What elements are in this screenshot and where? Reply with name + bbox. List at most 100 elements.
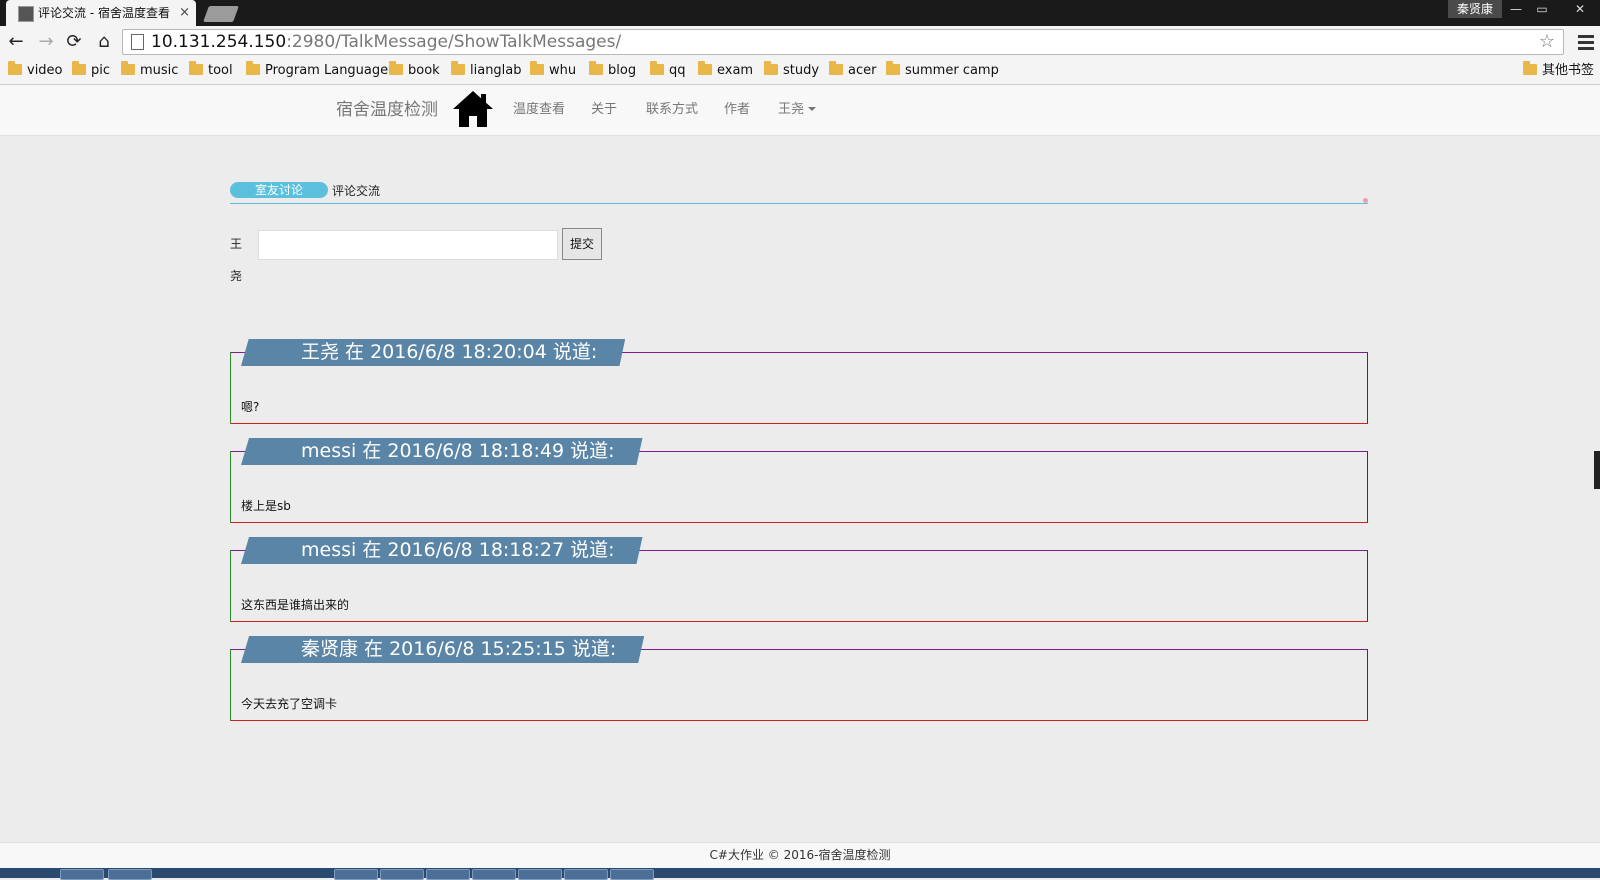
- taskbar-button[interactable]: [518, 869, 562, 880]
- folder-icon: [8, 61, 22, 75]
- url-host: 10.131.254.150: [151, 32, 287, 52]
- folder-icon: [650, 61, 664, 75]
- taskbar-button[interactable]: [472, 869, 516, 880]
- bookmark-item[interactable]: lianglab: [451, 58, 522, 84]
- bookmark-label: qq: [669, 63, 686, 78]
- url-text: 10.131.254.150:2980/TalkMessage/ShowTalk…: [151, 30, 621, 54]
- taskbar-button[interactable]: [60, 869, 104, 880]
- tab-strip: 评论交流 - 宿舍温度查看 × 秦贤康 — ▭ ✕: [0, 0, 1600, 26]
- folder-icon: [246, 61, 260, 75]
- scrollbar-thumb[interactable]: [1594, 451, 1600, 489]
- tab-close-icon[interactable]: ×: [179, 0, 190, 26]
- back-icon[interactable]: ←: [4, 30, 28, 54]
- bookmark-label: book: [408, 63, 440, 78]
- message-body: 今天去充了空调卡: [241, 697, 338, 711]
- folder-icon: [698, 61, 712, 75]
- bookmark-item[interactable]: exam: [698, 58, 753, 84]
- home-icon[interactable]: [452, 89, 494, 129]
- message-header: messi 在 2016/6/8 18:18:27 说道:: [241, 537, 643, 564]
- comment-user-label: 王尧: [230, 237, 243, 283]
- bookmark-item[interactable]: summer camp: [886, 58, 999, 84]
- folder-icon: [389, 61, 403, 75]
- bookmark-item[interactable]: music: [121, 58, 178, 84]
- bookmark-star-icon[interactable]: ☆: [1539, 30, 1555, 54]
- bookmark-item[interactable]: whu: [530, 58, 576, 84]
- user-menu-dropdown[interactable]: 王尧: [778, 85, 817, 135]
- address-bar[interactable]: 10.131.254.150:2980/TalkMessage/ShowTalk…: [122, 29, 1564, 55]
- nav-link-about[interactable]: 关于: [591, 85, 617, 135]
- close-window-button[interactable]: ✕: [1560, 0, 1600, 18]
- browser-toolbar: ← → ⟳ ⌂ 10.131.254.150:2980/TalkMessage/…: [0, 26, 1600, 58]
- taskbar-button[interactable]: [426, 869, 470, 880]
- browser-menu-icon[interactable]: [1578, 32, 1594, 52]
- bookmark-label: Program Language: [265, 63, 389, 78]
- taskbar-button[interactable]: [108, 869, 152, 880]
- nav-link-temperature[interactable]: 温度查看: [513, 85, 565, 135]
- divider-dot: [1363, 198, 1368, 203]
- bookmark-label: exam: [717, 63, 754, 78]
- message-header: 王尧 在 2016/6/8 18:20:04 说道:: [241, 339, 626, 366]
- bookmark-label: lianglab: [470, 63, 522, 78]
- reload-icon[interactable]: ⟳: [62, 30, 86, 54]
- maximize-button[interactable]: ▭: [1528, 0, 1556, 18]
- bookmark-label: music: [140, 63, 179, 78]
- bookmark-item[interactable]: book: [389, 58, 440, 84]
- user-menu-label: 王尧: [778, 102, 805, 117]
- bookmark-label: whu: [549, 63, 577, 78]
- bookmark-item[interactable]: pic: [72, 58, 110, 84]
- folder-icon: [451, 61, 465, 75]
- bookmark-item[interactable]: acer: [829, 58, 876, 84]
- nav-link-author[interactable]: 作者: [724, 85, 750, 135]
- brand-title[interactable]: 宿舍温度检测: [336, 85, 438, 135]
- bookmark-item[interactable]: blog: [589, 58, 636, 84]
- bookmark-label: video: [27, 63, 63, 78]
- folder-icon: [829, 61, 843, 75]
- message-body: 嗯?: [241, 400, 260, 414]
- bookmark-item[interactable]: Program Language: [246, 58, 388, 84]
- bookmark-item[interactable]: qq: [650, 58, 686, 84]
- page-icon: [131, 34, 144, 50]
- tab-title: 评论交流 - 宿舍温度查看: [38, 6, 170, 20]
- forward-icon[interactable]: →: [34, 30, 58, 54]
- message-body: 楼上是sb: [241, 499, 291, 513]
- folder-icon: [589, 61, 603, 75]
- bookmark-label: tool: [208, 63, 233, 78]
- message-card: 秦贤康 在 2016/6/8 15:25:15 说道: 今天去充了空调卡: [230, 636, 1368, 721]
- folder-icon: [72, 61, 86, 75]
- url-path: :2980/TalkMessage/ShowTalkMessages/: [286, 32, 622, 52]
- message-card: messi 在 2016/6/8 18:18:49 说道: 楼上是sb: [230, 438, 1368, 523]
- other-bookmarks[interactable]: 其他书签: [1523, 58, 1594, 84]
- browser-tab-active[interactable]: 评论交流 - 宿舍温度查看 ×: [6, 0, 196, 26]
- bookmark-label: 其他书签: [1542, 63, 1595, 78]
- minimize-button[interactable]: —: [1502, 0, 1530, 18]
- folder-icon: [1523, 61, 1537, 75]
- bookmark-item[interactable]: tool: [189, 58, 233, 84]
- comment-input[interactable]: [258, 230, 558, 260]
- os-taskbar: [0, 868, 1600, 880]
- section-header: 室友讨论 评论交流: [230, 182, 1370, 204]
- page-footer: C#大作业 © 2016-宿舍温度检测: [0, 842, 1600, 869]
- folder-icon: [189, 61, 203, 75]
- nav-link-contact[interactable]: 联系方式: [646, 85, 698, 135]
- bookmark-label: blog: [608, 63, 637, 78]
- profile-badge[interactable]: 秦贤康: [1448, 0, 1502, 18]
- folder-icon: [764, 61, 778, 75]
- taskbar-button[interactable]: [334, 869, 378, 880]
- folder-icon: [886, 61, 900, 75]
- caret-down-icon: [808, 107, 817, 111]
- taskbar-button[interactable]: [610, 869, 654, 880]
- bookmarks-bar: video pic music tool Program Language bo…: [0, 58, 1600, 85]
- section-title: 评论交流: [332, 184, 381, 198]
- message-header: 秦贤康 在 2016/6/8 15:25:15 说道:: [241, 636, 645, 663]
- section-divider: [230, 203, 1368, 204]
- bookmark-item[interactable]: study: [764, 58, 819, 84]
- browser-chrome: 评论交流 - 宿舍温度查看 × 秦贤康 — ▭ ✕ ← → ⟳ ⌂ 10.131…: [0, 0, 1600, 85]
- submit-button[interactable]: 提交: [562, 228, 602, 260]
- new-tab-button[interactable]: [203, 6, 239, 22]
- bookmark-label: pic: [91, 63, 111, 78]
- taskbar-button[interactable]: [380, 869, 424, 880]
- taskbar-button[interactable]: [564, 869, 608, 880]
- message-body: 这东西是谁搞出来的: [241, 598, 350, 612]
- home-button-icon[interactable]: ⌂: [92, 30, 116, 54]
- bookmark-item[interactable]: video: [8, 58, 63, 84]
